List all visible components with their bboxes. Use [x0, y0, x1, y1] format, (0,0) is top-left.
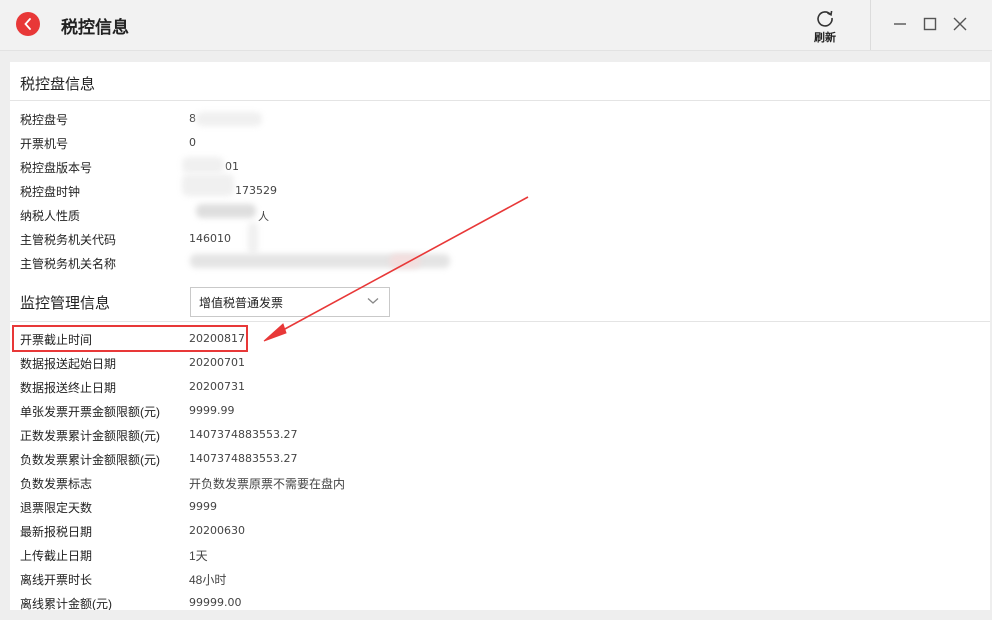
annotation-arrow [263, 196, 529, 342]
